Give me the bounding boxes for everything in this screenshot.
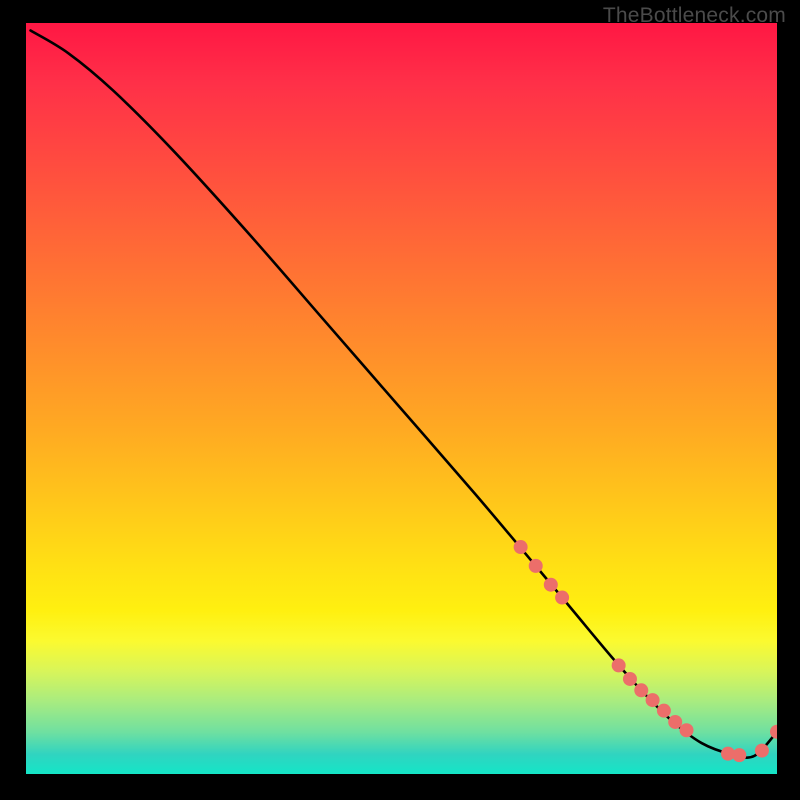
curve-marker xyxy=(668,715,682,729)
curve-marker xyxy=(612,658,626,672)
plot-area xyxy=(23,23,777,777)
curve-marker xyxy=(529,559,543,573)
curve-line xyxy=(31,31,777,758)
curve-marker xyxy=(646,693,660,707)
curve-marker xyxy=(770,725,777,739)
curve-marker xyxy=(732,748,746,762)
curve-marker xyxy=(555,591,569,605)
chart-overlay-svg xyxy=(23,23,777,777)
curve-marker xyxy=(755,744,769,758)
curve-marker xyxy=(634,683,648,697)
watermark-text: TheBottleneck.com xyxy=(603,4,786,28)
curve-marker xyxy=(544,578,558,592)
curve-marker xyxy=(680,723,694,737)
curve-marker xyxy=(657,704,671,718)
curve-markers xyxy=(514,540,777,762)
chart-stage: TheBottleneck.com xyxy=(0,0,800,800)
curve-marker xyxy=(514,540,528,554)
curve-marker xyxy=(623,672,637,686)
